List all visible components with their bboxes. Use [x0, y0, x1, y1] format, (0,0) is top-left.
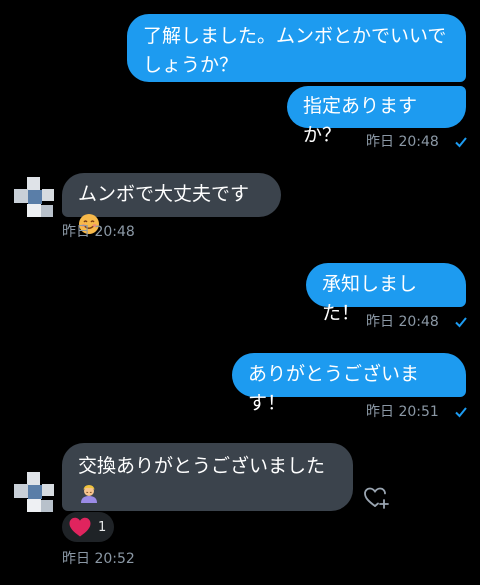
sent-check-icon [455, 317, 467, 328]
received-message-bubble[interactable]: 交換ありがとうございました [62, 443, 353, 511]
message-text: 了解しました。ムンボとかでいいでしょうか？ [143, 25, 447, 76]
message-text: ムンボで大丈夫です [78, 183, 250, 205]
message-timestamp: 昨日 20:51 [366, 403, 467, 421]
reaction-badge[interactable]: 1 [62, 512, 115, 542]
sent-check-icon [455, 407, 467, 418]
avatar[interactable] [14, 177, 58, 221]
sent-message-bubble[interactable]: 指定ありますか？ [287, 86, 466, 146]
red-heart-icon [69, 517, 91, 537]
sent-check-icon [455, 137, 467, 148]
person-bowing-icon [81, 485, 97, 503]
message-text: 交換ありがとうございました [78, 455, 326, 477]
received-message-bubble[interactable]: ムンボで大丈夫です [62, 173, 281, 234]
message-timestamp: 昨日 20:52 [62, 551, 135, 567]
message-timestamp: 昨日 20:48 [366, 133, 467, 151]
sent-message-bubble[interactable]: 承知しました！ [306, 263, 466, 324]
add-reaction-heart-icon[interactable] [363, 485, 391, 511]
sent-message-bubble[interactable]: ありがとうございます！ [232, 353, 466, 414]
reaction-count: 1 [98, 519, 107, 535]
message-timestamp: 昨日 20:48 [62, 224, 135, 240]
avatar[interactable] [14, 472, 58, 516]
sent-message-bubble[interactable]: 了解しました。ムンボとかでいいでしょうか？ [127, 14, 466, 82]
message-timestamp: 昨日 20:48 [366, 313, 467, 331]
